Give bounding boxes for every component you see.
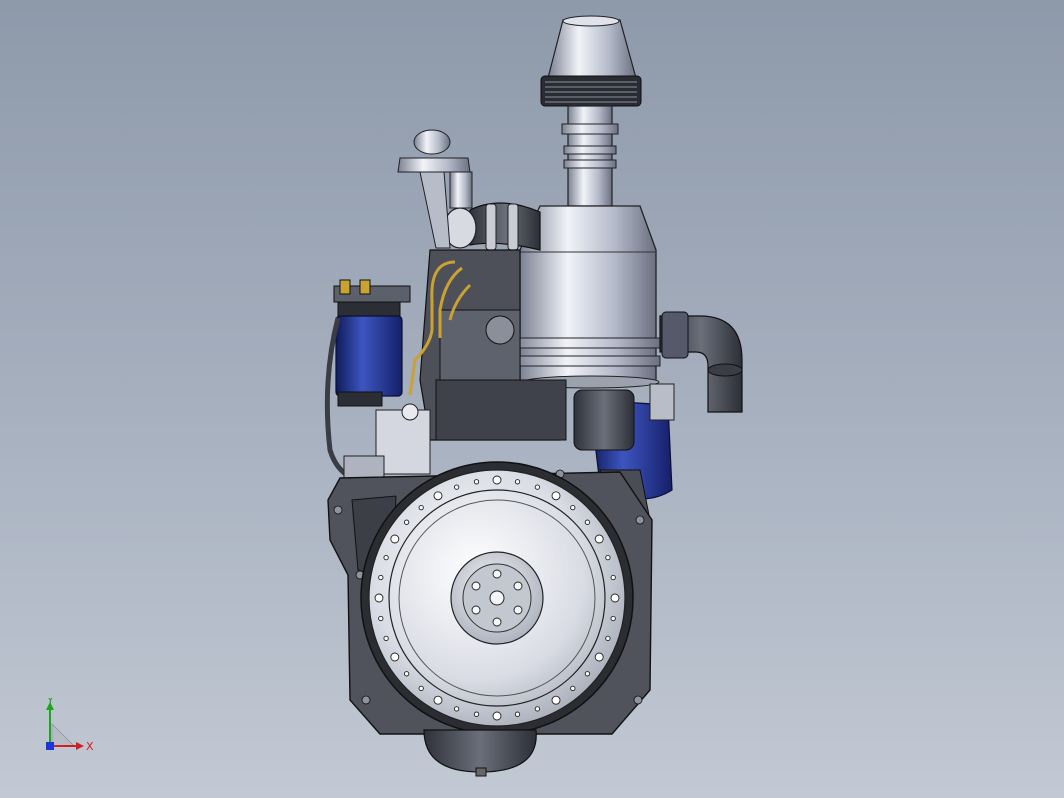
flywheel-bolt [418, 685, 424, 692]
flywheel-bolt [378, 615, 384, 622]
flywheel-bolt [390, 652, 400, 662]
flywheel-bolt [403, 519, 410, 525]
flywheel-bolt [383, 554, 389, 561]
flywheel-bolt [453, 484, 460, 490]
flywheel-bolt [378, 574, 384, 581]
z-axis-marker [46, 742, 54, 750]
y-axis-label: Y [46, 698, 54, 707]
flywheel-bolt [374, 593, 384, 603]
flywheel-bolt [594, 652, 604, 662]
flywheel-bolt [610, 593, 620, 603]
oil-bowl [573, 389, 635, 451]
flywheel-bolt [383, 635, 389, 642]
flywheel-bolt [551, 695, 561, 705]
flywheel-bolt [433, 695, 443, 705]
flywheel-bolt [390, 534, 400, 544]
flywheel-bolt [418, 504, 424, 511]
x-axis-arrowhead [76, 742, 84, 750]
flywheel-bolt [514, 711, 521, 717]
flywheel-bolt [551, 491, 561, 501]
flywheel-bolt [492, 711, 502, 721]
air-cleaner-cap [540, 15, 642, 107]
x-axis-label: X [86, 740, 94, 753]
cad-viewport[interactable]: Y X [0, 0, 1064, 798]
flywheel-bolt [584, 671, 591, 677]
flywheel-bolt [473, 711, 480, 717]
flywheel-bolt [570, 685, 576, 692]
fuel-filter [333, 279, 411, 407]
flywheel-bolt [492, 475, 502, 485]
flywheel-bolt [473, 479, 480, 485]
flywheel-bolt [534, 484, 541, 490]
flywheel-bolt [403, 671, 410, 677]
flywheel-bolt [570, 504, 576, 511]
coordinate-triad: Y X [46, 698, 94, 753]
flywheel-bolt [514, 479, 521, 485]
flywheel-bolt [584, 519, 591, 525]
intake-hose [443, 202, 541, 251]
starter-assembly [343, 403, 431, 487]
triad-plane [51, 723, 75, 747]
engine-3d-model[interactable] [0, 0, 1064, 798]
intake-pipe [561, 105, 619, 207]
oil-pan [423, 729, 537, 777]
flywheel-bolt [453, 706, 460, 712]
flywheel-bolt [605, 554, 611, 561]
flywheel-bolt [433, 491, 443, 501]
flywheel-hub [450, 551, 544, 645]
flywheel-bolt [610, 615, 616, 622]
flywheel-bolt [534, 706, 541, 712]
flywheel-bolt [605, 635, 611, 642]
flywheel-bolt [610, 574, 616, 581]
flywheel-bolt [594, 534, 604, 544]
